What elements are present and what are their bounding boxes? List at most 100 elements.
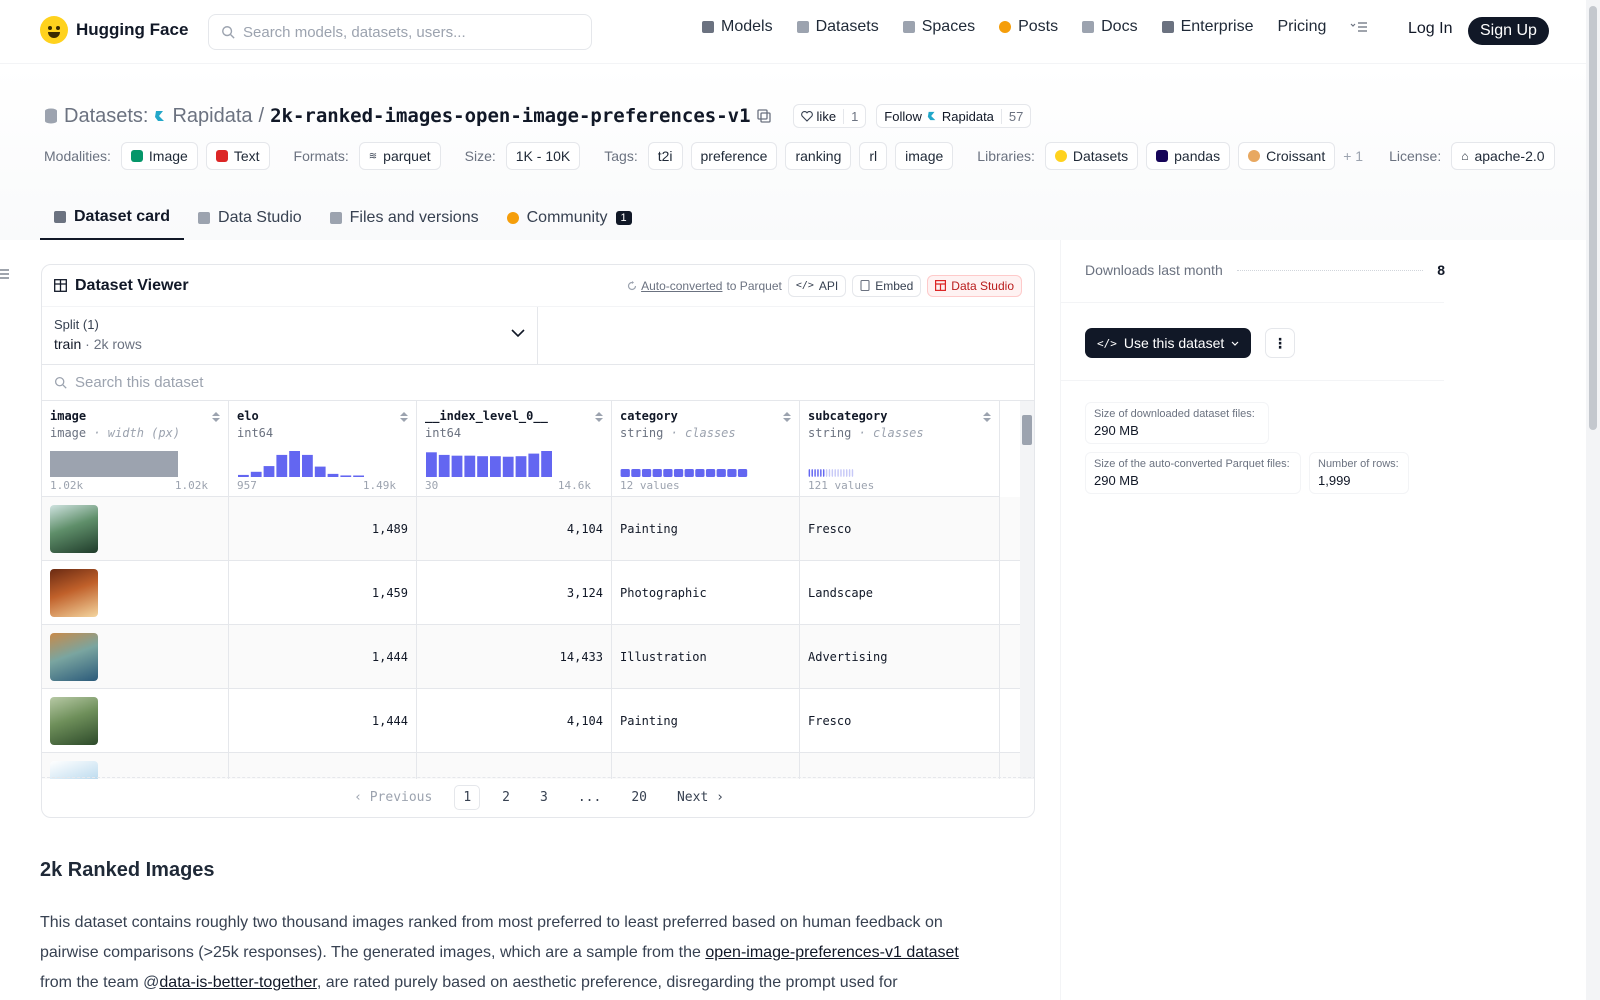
class-segment <box>840 469 842 477</box>
image-thumbnail[interactable] <box>50 633 98 681</box>
nav-spaces[interactable]: Spaces <box>902 18 975 36</box>
tab-dataset-card[interactable]: Dataset card <box>40 196 185 240</box>
sort-icon[interactable] <box>983 411 991 423</box>
croissant-library-icon <box>1248 150 1261 162</box>
more-menu-button[interactable] <box>1350 21 1368 33</box>
breadcrumb-section[interactable]: Datasets: <box>64 105 148 128</box>
auto-converted-link[interactable]: Auto-converted <box>641 279 722 293</box>
page-button[interactable]: 2 <box>494 786 518 809</box>
tab-community[interactable]: Community 1 <box>493 196 646 240</box>
histogram-bar <box>314 466 326 477</box>
column-header-indexlevel0[interactable]: __index_level_0__ int64 30 14.6k <box>417 401 612 497</box>
global-search-input[interactable] <box>243 23 573 41</box>
nav-posts[interactable]: Posts <box>999 18 1058 36</box>
class-segment <box>695 469 705 477</box>
previous-page-button[interactable]: ‹ Previous <box>346 786 440 809</box>
table-row[interactable]: 1,444 4,104 Painting Fresco <box>42 689 1020 753</box>
tag-datasets[interactable]: Datasets <box>1044 142 1139 170</box>
use-dataset-button[interactable]: </> Use this dataset <box>1085 328 1252 358</box>
tab-data-studio[interactable]: Data Studio <box>184 196 316 240</box>
copy-icon[interactable] <box>756 109 771 123</box>
page-scrollbar[interactable] <box>1586 0 1600 1000</box>
nav-pricing[interactable]: Pricing <box>1277 18 1326 36</box>
column-header-subcategory[interactable]: subcategory string · classes 121 values <box>800 401 1000 497</box>
split-selector[interactable]: Split (1) train · 2k rows <box>42 307 538 364</box>
login-button[interactable]: Log In <box>1408 20 1452 38</box>
nav-enterprise[interactable]: Enterprise <box>1161 18 1253 36</box>
repo-name: 2k-ranked-images-open-image-preferences-… <box>270 105 751 127</box>
column-header-elo[interactable]: elo int64 957 1.49k <box>229 401 417 497</box>
cell-value: Fresco <box>808 522 852 536</box>
dataset-search-input[interactable] <box>75 374 475 391</box>
page-button[interactable]: 20 <box>623 786 655 809</box>
tag-preference[interactable]: preference <box>690 142 778 170</box>
image-thumbnail[interactable] <box>50 505 98 553</box>
dataset-search[interactable] <box>42 365 1034 401</box>
libraries-more[interactable]: + 1 <box>1343 148 1363 164</box>
next-page-button[interactable]: Next › <box>669 786 732 809</box>
like-button[interactable]: like 1 <box>792 104 867 128</box>
class-segment <box>737 469 748 477</box>
nav-datasets[interactable]: Datasets <box>796 18 879 36</box>
cell-value: Illustration <box>620 650 707 664</box>
tab-files-and-versions[interactable]: Files and versions <box>316 196 493 240</box>
next-label: Next <box>676 790 709 805</box>
tag-image[interactable]: image <box>895 142 954 170</box>
table-cell: Painting <box>612 689 800 753</box>
stat-parquet-size-label: Size of the auto-converted Parquet files… <box>1094 458 1290 470</box>
image-thumbnail[interactable] <box>50 569 98 617</box>
grid-scrollbar[interactable] <box>1020 401 1034 779</box>
tag-parquet[interactable]: ≋ parquet <box>358 142 441 170</box>
brand-logo[interactable]: Hugging Face <box>40 16 188 44</box>
split-rows: 2k rows <box>93 336 142 352</box>
nav-docs[interactable]: Docs <box>1082 18 1138 36</box>
signup-button[interactable]: Sign Up <box>1468 17 1549 45</box>
follow-button[interactable]: Follow Rapidata 57 <box>876 104 1032 128</box>
tag-pandas[interactable]: pandas <box>1146 142 1231 170</box>
previous-label: Previous <box>369 790 433 805</box>
sort-icon[interactable] <box>783 411 791 423</box>
sort-icon[interactable] <box>212 411 220 423</box>
tag-ranking[interactable]: ranking <box>785 142 852 170</box>
column-histogram <box>237 451 365 477</box>
chevron-left-icon: ‹ <box>354 790 362 805</box>
stat-parquet-size-value: 290 MB <box>1094 473 1139 488</box>
tab-label: Community <box>526 209 608 226</box>
open-image-preferences-link[interactable]: open-image-preferences-v1 dataset <box>705 944 958 961</box>
api-button[interactable]: </> API <box>787 274 847 297</box>
data-is-better-together-link[interactable]: data-is-better-together <box>159 974 316 991</box>
column-header-category[interactable]: category string · classes 12 values <box>612 401 800 497</box>
tag-apache-2-0[interactable]: ⌂ apache-2.0 <box>1451 142 1555 170</box>
table-row[interactable] <box>42 753 1020 779</box>
sidebar-toggle-icon[interactable] <box>0 268 10 280</box>
column-header-image[interactable]: image image · width (px) 1.02k 1.02k <box>42 401 229 497</box>
cell-value: Landscape <box>808 586 874 600</box>
brand-name: Hugging Face <box>76 20 189 39</box>
global-search[interactable] <box>208 14 592 50</box>
tag-croissant[interactable]: Croissant <box>1238 142 1336 170</box>
table-row[interactable]: 1,459 3,124 Photographic Landscape <box>42 561 1020 625</box>
tag-image[interactable]: Image <box>120 142 198 170</box>
embed-button[interactable]: Embed <box>852 274 922 297</box>
auto-converted-note[interactable]: Auto-converted to Parquet <box>627 279 782 293</box>
tag-rl[interactable]: rl <box>859 142 888 170</box>
image-thumbnail[interactable] <box>50 697 98 745</box>
page-button[interactable]: 3 <box>532 786 556 809</box>
sort-icon[interactable] <box>595 411 603 423</box>
cell-value: Photographic <box>620 586 707 600</box>
data-studio-button[interactable]: Data Studio <box>927 274 1022 297</box>
search-icon <box>54 376 67 389</box>
tag-label: Datasets <box>1072 148 1129 164</box>
sort-icon[interactable] <box>400 411 408 423</box>
breadcrumb-owner[interactable]: Rapidata <box>172 105 252 128</box>
tag-text[interactable]: Text <box>205 142 270 170</box>
more-options-button[interactable]: ⋮ <box>1265 328 1295 358</box>
nav-models[interactable]: Models <box>702 18 773 36</box>
tag-1k-10k[interactable]: 1K - 10K <box>505 142 581 170</box>
table-row[interactable]: 1,444 14,433 Illustration Advertising <box>42 625 1020 689</box>
page-button[interactable]: 1 <box>454 785 481 810</box>
table-row[interactable]: 1,489 4,104 Painting Fresco <box>42 497 1020 561</box>
class-segment <box>631 469 641 477</box>
table-cell: Advertising <box>800 625 1000 689</box>
tag-t2i[interactable]: t2i <box>647 142 683 170</box>
